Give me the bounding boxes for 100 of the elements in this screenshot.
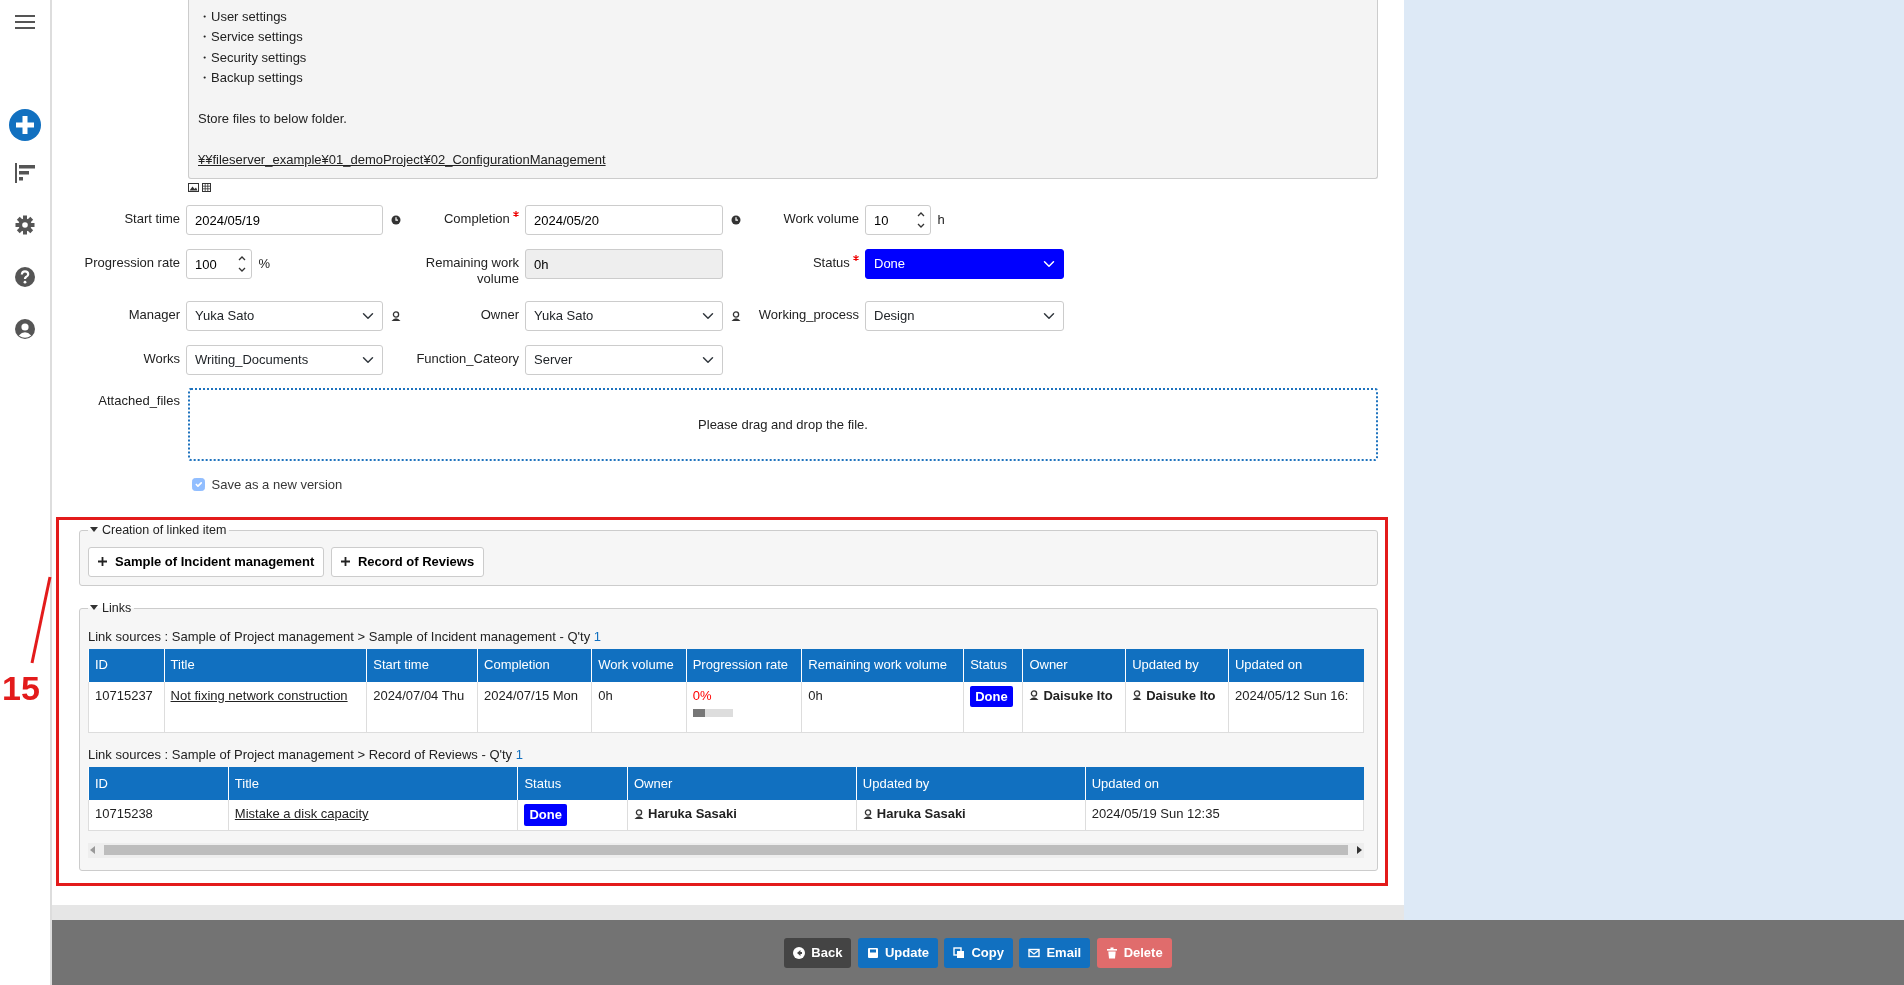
column-header[interactable]: Owner	[627, 767, 857, 801]
image-icon[interactable]	[188, 183, 199, 193]
dropdown[interactable]: Done	[865, 249, 1064, 280]
table-cell: 10715238	[88, 800, 229, 831]
field-label: Start time	[124, 211, 180, 228]
copy-icon	[953, 946, 966, 959]
column-header[interactable]: Updated on	[1085, 767, 1364, 801]
column-header[interactable]: Updated on	[1228, 648, 1364, 682]
caption-text: Link sources : Sample of Project management > Sample of Incident management - Q'ty 1	[88, 628, 602, 645]
field-label: Attached_files	[98, 393, 180, 409]
table-icon[interactable]	[202, 183, 212, 193]
horizontal-scrollbar[interactable]	[88, 842, 1364, 858]
column-header[interactable]: Remaining work volume	[801, 648, 964, 682]
table-cell: 2024/07/15 Mon	[477, 681, 592, 733]
bullet-text: ・Backup settings	[198, 69, 304, 88]
column-header[interactable]: Start time	[366, 648, 478, 682]
update-button[interactable]: Update	[857, 937, 938, 968]
sort-icon[interactable]	[15, 163, 35, 183]
column-header[interactable]: Status	[517, 767, 628, 801]
person-icon	[862, 808, 873, 819]
status-badge: Done	[970, 685, 1013, 708]
column-header[interactable]: Completion	[477, 648, 592, 682]
date-field[interactable]: 2024/05/20	[525, 205, 723, 236]
column-header[interactable]: Title	[228, 767, 518, 801]
create-button[interactable]: Sample of Incident management	[88, 546, 325, 577]
column-header[interactable]: Owner	[1022, 648, 1126, 682]
field-label: Manager	[128, 307, 180, 324]
number-field[interactable]: 10	[865, 205, 931, 236]
help-icon[interactable]	[15, 267, 35, 287]
dropdown[interactable]: Yuka Sato	[525, 301, 723, 332]
section-title[interactable]: Links	[102, 599, 132, 616]
person-icon	[634, 808, 644, 819]
trash-icon	[1105, 946, 1118, 959]
column-header[interactable]: Progression rate	[686, 648, 802, 682]
date-field[interactable]: 2024/05/19	[186, 205, 383, 236]
delete-button[interactable]: Delete	[1096, 937, 1172, 968]
drop-zone[interactable]: Please drag and drop the file.	[188, 388, 1378, 462]
clock-icon[interactable]	[731, 215, 741, 226]
table-cell: 0h	[801, 681, 964, 733]
bullet-text: ・Service settings	[198, 28, 304, 47]
create-button[interactable]: Record of Reviews	[330, 546, 485, 577]
column-header[interactable]: Updated by	[856, 767, 1086, 801]
caption-text: Link sources : Sample of Project management > Record of Reviews - Q'ty 1	[88, 747, 524, 764]
user-name: Daisuke Ito	[1146, 686, 1216, 705]
column-header[interactable]: Updated by	[1125, 648, 1229, 682]
field-label: Status	[812, 255, 850, 272]
back-button[interactable]: Back	[784, 937, 852, 968]
table-cell: 2024/07/04 Thu	[366, 681, 478, 733]
back-icon	[793, 946, 806, 959]
progress-bar	[692, 709, 733, 718]
spinner-icon[interactable]	[915, 211, 927, 230]
plus-icon	[98, 557, 107, 567]
copy-button[interactable]: Copy	[944, 937, 1013, 968]
number-field[interactable]: 100	[186, 249, 252, 280]
plus-icon	[340, 557, 350, 567]
unit-text: h	[937, 211, 945, 230]
person-icon[interactable]	[731, 311, 741, 322]
column-header[interactable]: Status	[963, 648, 1023, 682]
field-label: Completion	[444, 211, 510, 228]
clock-icon[interactable]	[391, 215, 401, 226]
table-cell: 2024/05/12 Sun 16:	[1228, 681, 1364, 733]
collapse-icon[interactable]	[90, 603, 98, 612]
field-label: Works	[143, 351, 180, 368]
spinner-icon[interactable]	[236, 255, 248, 274]
menu-icon[interactable]	[15, 12, 35, 32]
user-name: Haruka Sasaki	[876, 805, 966, 824]
folder-link[interactable]: ¥¥fileserver_example¥01_demoProject¥02_ConfigurationManagement	[198, 151, 606, 167]
field-label: Progression rate	[84, 255, 180, 272]
column-header[interactable]: Title	[164, 648, 367, 682]
email-icon	[1028, 946, 1041, 959]
section-title[interactable]: Creation of linked item	[102, 521, 227, 538]
readonly-field[interactable]: 0h	[525, 249, 723, 280]
dropdown[interactable]: Server	[525, 345, 723, 376]
dropdown[interactable]: Design	[865, 301, 1064, 332]
collapse-icon[interactable]	[90, 525, 98, 534]
person-icon	[1132, 690, 1143, 701]
dropdown[interactable]: Yuka Sato	[186, 301, 383, 332]
column-header[interactable]: ID	[88, 648, 165, 682]
callout-number: 15	[2, 670, 40, 706]
table-cell: 0h	[591, 681, 687, 733]
column-header[interactable]: Work volume	[591, 648, 687, 682]
user-icon[interactable]	[15, 319, 35, 339]
email-button[interactable]: Email	[1019, 937, 1091, 968]
scroll-right-icon[interactable]	[1354, 845, 1364, 856]
table-cell: 2024/05/19 Sun 12:35	[1085, 800, 1364, 831]
person-icon[interactable]	[391, 311, 401, 322]
bullet-text: ・Security settings	[198, 48, 308, 67]
field-label: Remaining work volume	[424, 255, 519, 288]
add-icon[interactable]	[9, 109, 41, 141]
settings-icon[interactable]	[15, 215, 35, 235]
percent-text: 0%	[692, 686, 713, 705]
field-label: Work volume	[783, 211, 859, 228]
field-label: Owner	[480, 307, 519, 324]
dropdown[interactable]: Writing_Documents	[186, 345, 383, 376]
field-label: Function_Cateory	[416, 351, 519, 368]
column-header[interactable]: ID	[88, 767, 229, 801]
field-label: Working_process	[758, 307, 859, 324]
status-badge: Done	[524, 804, 567, 826]
checkbox-label: Save as a new version	[211, 476, 343, 495]
save-icon	[866, 946, 879, 959]
